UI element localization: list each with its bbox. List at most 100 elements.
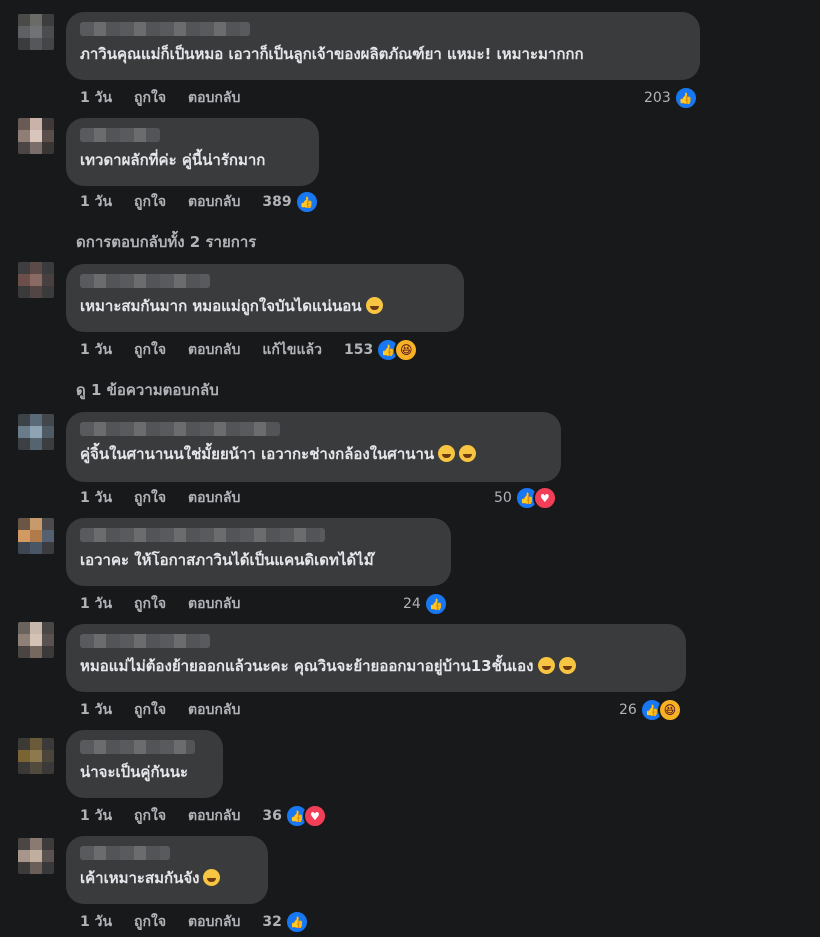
comment-bubble: ภาวินคุณแม่ก็เป็นหมอ เอวาก็เป็นลูกเจ้าขอ… bbox=[66, 12, 700, 80]
comment-time[interactable]: 1 วัน bbox=[80, 339, 112, 361]
comment-time[interactable]: 1 วัน bbox=[80, 87, 112, 109]
haha-reaction-icon: 😆 bbox=[394, 338, 419, 362]
comment-actions: 1 วัน ถูกใจ ตอบกลับ bbox=[80, 88, 262, 108]
grinning-face-icon bbox=[365, 297, 383, 314]
avatar[interactable] bbox=[18, 14, 54, 50]
comment-time[interactable]: 1 วัน bbox=[80, 805, 112, 827]
reply-link[interactable]: ตอบกลับ bbox=[188, 339, 240, 361]
edited-label: แก้ไขแล้ว bbox=[262, 342, 322, 358]
comment-bubble: เหมาะสมกันมาก หมอแม่ถูกใจบันไดแน่นอน bbox=[66, 264, 464, 332]
comment-time[interactable]: 1 วัน bbox=[80, 699, 112, 721]
comment-actions: 1 วัน ถูกใจ ตอบกลับ 36 👍 ♥ bbox=[80, 804, 327, 828]
laughing-face-icon bbox=[537, 657, 555, 674]
comment-text-body: คู่จิ้นในศานานนใช่มั้ยยน้าา เอวากะช่างกล… bbox=[80, 445, 435, 463]
reaction-count: 36 bbox=[262, 808, 282, 824]
comment-actions: 1 วัน ถูกใจ ตอบกลับ bbox=[80, 700, 262, 720]
comment-time[interactable]: 1 วัน bbox=[80, 593, 112, 615]
like-link[interactable]: ถูกใจ bbox=[134, 87, 166, 109]
comment-text: น่าจะเป็นคู่กันนะ bbox=[80, 763, 189, 781]
author-name[interactable] bbox=[80, 422, 280, 436]
comment-text: ภาวินคุณแม่ก็เป็นหมอ เอวาก็เป็นลูกเจ้าขอ… bbox=[80, 45, 584, 63]
smiling-face-icon bbox=[203, 869, 221, 886]
comment-actions: 1 วัน ถูกใจ ตอบกลับ 389 👍 bbox=[80, 190, 319, 214]
reply-link[interactable]: ตอบกลับ bbox=[188, 487, 240, 509]
comment-bubble: เอวาคะ ให้โอกาสภาวินได้เป็นแคนดิเดทได้ไม… bbox=[66, 518, 451, 586]
reaction-summary[interactable]: 50 👍 ♥ bbox=[494, 486, 557, 510]
haha-reaction-icon: 😆 bbox=[657, 698, 682, 722]
comment-bubble: เทวดาผลักที่ค่ะ คู่นี้น่ารักมาก bbox=[66, 118, 319, 186]
author-name[interactable] bbox=[80, 740, 195, 754]
author-name[interactable] bbox=[80, 528, 325, 542]
comment-text: หมอแม่ไม่ต้องย้ายออกแล้วนะคะ คุณวินจะย้า… bbox=[80, 656, 672, 676]
comment-bubble: หมอแม่ไม่ต้องย้ายออกแล้วนะคะ คุณวินจะย้า… bbox=[66, 624, 686, 692]
comment-bubble: น่าจะเป็นคู่กันนะ bbox=[66, 730, 223, 798]
like-link[interactable]: ถูกใจ bbox=[134, 805, 166, 827]
reaction-summary[interactable]: 36 👍 ♥ bbox=[262, 804, 327, 828]
comment-text-body: เหมาะสมกันมาก หมอแม่ถูกใจบันไดแน่นอน bbox=[80, 297, 362, 315]
reaction-summary[interactable]: 153 👍 😆 bbox=[343, 338, 419, 362]
grinning-face-icon bbox=[459, 445, 477, 462]
avatar[interactable] bbox=[18, 838, 54, 874]
avatar[interactable] bbox=[18, 414, 54, 450]
author-name[interactable] bbox=[80, 634, 210, 648]
comment-actions: 1 วัน ถูกใจ ตอบกลับ 32 👍 bbox=[80, 910, 309, 934]
reply-link[interactable]: ตอบกลับ bbox=[188, 87, 240, 109]
avatar[interactable] bbox=[18, 262, 54, 298]
comment-bubble: คู่จิ้นในศานานนใช่มั้ยยน้าา เอวากะช่างกล… bbox=[66, 412, 561, 482]
comment-text: เหมาะสมกันมาก หมอแม่ถูกใจบันไดแน่นอน bbox=[80, 296, 450, 316]
like-reaction-icon: 👍 bbox=[294, 190, 319, 214]
reply-link[interactable]: ตอบกลับ bbox=[188, 911, 240, 933]
reaction-summary[interactable]: 389 👍 bbox=[262, 190, 319, 214]
reaction-summary[interactable]: 203 👍 bbox=[644, 86, 698, 110]
like-link[interactable]: ถูกใจ bbox=[134, 699, 166, 721]
author-name[interactable] bbox=[80, 22, 250, 36]
reaction-count: 153 bbox=[343, 342, 374, 358]
reaction-count: 203 bbox=[644, 90, 671, 106]
comment-actions: 1 วัน ถูกใจ ตอบกลับ bbox=[80, 488, 262, 508]
reaction-count: 24 bbox=[403, 596, 421, 612]
reply-link[interactable]: ตอบกลับ bbox=[188, 805, 240, 827]
comment-text-body: หมอแม่ไม่ต้องย้ายออกแล้วนะคะ คุณวินจะย้า… bbox=[80, 657, 534, 675]
like-reaction-icon: 👍 bbox=[284, 910, 309, 934]
reaction-count: 26 bbox=[619, 702, 637, 718]
comment-text: เทวดาผลักที่ค่ะ คู่นี้น่ารักมาก bbox=[80, 151, 266, 169]
reaction-summary[interactable]: 24 👍 bbox=[403, 592, 448, 616]
reaction-count: 32 bbox=[262, 914, 282, 930]
author-name[interactable] bbox=[80, 128, 160, 142]
avatar[interactable] bbox=[18, 118, 54, 154]
avatar[interactable] bbox=[18, 518, 54, 554]
like-link[interactable]: ถูกใจ bbox=[134, 911, 166, 933]
comment-text-body: เค้าเหมาะสมกันจัง bbox=[80, 869, 200, 887]
like-reaction-icon: 👍 bbox=[423, 592, 448, 616]
love-reaction-icon: ♥ bbox=[532, 486, 557, 510]
comment-actions: 1 วัน ถูกใจ ตอบกลับ แก้ไขแล้ว 153 👍 😆 bbox=[80, 338, 419, 362]
avatar[interactable] bbox=[18, 622, 54, 658]
comment-actions: 1 วัน ถูกใจ ตอบกลับ bbox=[80, 594, 262, 614]
reaction-count: 50 bbox=[494, 490, 512, 506]
like-link[interactable]: ถูกใจ bbox=[134, 487, 166, 509]
love-reaction-icon: ♥ bbox=[302, 804, 327, 828]
comment-text: เค้าเหมาะสมกันจัง bbox=[80, 868, 254, 888]
author-name[interactable] bbox=[80, 846, 170, 860]
comment-time[interactable]: 1 วัน bbox=[80, 487, 112, 509]
grinning-face-icon bbox=[438, 445, 456, 462]
comment-time[interactable]: 1 วัน bbox=[80, 911, 112, 933]
reply-link[interactable]: ตอบกลับ bbox=[188, 191, 240, 213]
comment-text: คู่จิ้นในศานานนใช่มั้ยยน้าา เอวากะช่างกล… bbox=[80, 444, 547, 464]
comment-bubble: เค้าเหมาะสมกันจัง bbox=[66, 836, 268, 904]
laughing-face-icon bbox=[558, 657, 576, 674]
view-replies-link[interactable]: ดการตอบกลับทั้ง 2 รายการ bbox=[76, 230, 256, 254]
comment-time[interactable]: 1 วัน bbox=[80, 191, 112, 213]
like-link[interactable]: ถูกใจ bbox=[134, 339, 166, 361]
reaction-summary[interactable]: 26 👍 😆 bbox=[619, 698, 682, 722]
author-name[interactable] bbox=[80, 274, 210, 288]
reply-link[interactable]: ตอบกลับ bbox=[188, 699, 240, 721]
reaction-count: 389 bbox=[262, 194, 292, 210]
like-link[interactable]: ถูกใจ bbox=[134, 191, 166, 213]
avatar[interactable] bbox=[18, 738, 54, 774]
reaction-summary[interactable]: 32 👍 bbox=[262, 910, 309, 934]
reply-link[interactable]: ตอบกลับ bbox=[188, 593, 240, 615]
comment-text: เอวาคะ ให้โอกาสภาวินได้เป็นแคนดิเดทได้ไม… bbox=[80, 551, 374, 569]
view-replies-link[interactable]: ดู 1 ข้อความตอบกลับ bbox=[76, 378, 219, 402]
like-link[interactable]: ถูกใจ bbox=[134, 593, 166, 615]
